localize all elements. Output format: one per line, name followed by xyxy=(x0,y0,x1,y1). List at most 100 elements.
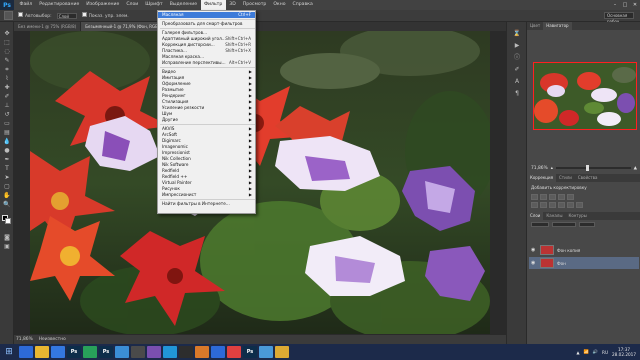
navigator-zoom-value[interactable]: 71,86% xyxy=(531,166,548,171)
menu-item[interactable]: Слои xyxy=(123,0,142,10)
taskbar-app-icon[interactable] xyxy=(195,346,209,358)
menu-item[interactable]: Изображение xyxy=(83,0,123,10)
shape-tool-icon[interactable]: ▢ xyxy=(3,183,11,190)
lasso-tool-icon[interactable]: ◌ xyxy=(3,48,11,55)
menu-item[interactable]: Справка xyxy=(289,0,316,10)
history-panel-icon[interactable]: ⌛ xyxy=(512,30,522,38)
quick-select-tool-icon[interactable]: ✎ xyxy=(3,57,11,64)
lookup-icon[interactable] xyxy=(576,202,583,208)
eyedropper-tool-icon[interactable]: ⌇ xyxy=(3,75,11,82)
taskbar-app-icon[interactable] xyxy=(179,346,193,358)
menu-item[interactable]: Окно xyxy=(270,0,289,10)
taskbar-app-icon[interactable]: Ps xyxy=(99,346,113,358)
crop-tool-icon[interactable]: ⌗ xyxy=(3,66,11,73)
curves-icon[interactable] xyxy=(549,194,556,200)
taskbar-app-icon[interactable] xyxy=(227,346,241,358)
volume-icon[interactable]: 🔊 xyxy=(593,349,598,355)
taskbar-app-icon[interactable] xyxy=(51,346,65,358)
taskbar-app-icon[interactable] xyxy=(211,346,225,358)
color-balance-icon[interactable] xyxy=(540,202,547,208)
menu-item[interactable]: Выделение xyxy=(166,0,200,10)
tab-color[interactable]: Цвет xyxy=(527,22,543,30)
menu-item[interactable]: Файл xyxy=(16,0,36,10)
zoom-out-icon[interactable]: ▴ xyxy=(551,166,553,171)
quick-mask-icon[interactable]: ◙ xyxy=(3,234,11,241)
hand-tool-icon[interactable]: ✋ xyxy=(3,192,11,199)
close-icon[interactable]: ✕ xyxy=(630,2,640,8)
layer-kind-select[interactable] xyxy=(531,222,549,227)
visibility-eye-icon[interactable]: ◉ xyxy=(531,260,537,266)
filter-menu-item[interactable]: Преобразовать для смарт-фильтров xyxy=(158,21,255,27)
menu-item[interactable]: Шрифт xyxy=(142,0,166,10)
path-select-tool-icon[interactable]: ➤ xyxy=(3,174,11,181)
tab-styles[interactable]: Стили xyxy=(556,174,575,182)
workspace-select[interactable]: Основная рабоч xyxy=(604,12,634,24)
network-icon[interactable]: 📶 xyxy=(584,349,589,355)
filter-menu-item[interactable]: Другие ▶ xyxy=(158,117,255,123)
filter-menu-item[interactable]: Масляная Ctrl+F xyxy=(158,12,255,18)
opacity-field[interactable] xyxy=(579,222,595,227)
type-tool-icon[interactable]: T xyxy=(3,165,11,172)
taskbar-app-icon[interactable] xyxy=(115,346,129,358)
exposure-icon[interactable] xyxy=(558,194,565,200)
history-brush-tool-icon[interactable]: ↺ xyxy=(3,111,11,118)
menu-item[interactable]: 3D xyxy=(226,0,239,10)
channel-mixer-icon[interactable] xyxy=(567,202,574,208)
layer-row[interactable]: ◉ Фон копия xyxy=(529,244,639,256)
maximize-icon[interactable]: □ xyxy=(620,2,630,8)
filter-menu-item[interactable]: Найти фильтры в Интернете... xyxy=(158,201,255,207)
marquee-tool-icon[interactable]: ⬚ xyxy=(3,39,11,46)
taskbar-app-icon[interactable]: Ps xyxy=(67,346,81,358)
bw-icon[interactable] xyxy=(549,202,556,208)
autoselect-option[interactable]: Автовыбор: xyxy=(18,12,52,19)
background-color-swatch[interactable] xyxy=(5,218,11,224)
tray-arrow-icon[interactable]: ▲ xyxy=(576,350,579,355)
autoselect-target-select[interactable]: Слой xyxy=(56,12,77,19)
tab-layers[interactable]: Слои xyxy=(527,212,544,220)
move-tool-icon[interactable]: ✥ xyxy=(3,30,11,37)
taskbar-app-icon[interactable] xyxy=(83,346,97,358)
tab-paths[interactable]: Контуры xyxy=(565,212,589,220)
zoom-in-icon[interactable]: ▲ xyxy=(634,166,637,171)
blend-mode-select[interactable] xyxy=(552,222,576,227)
language-indicator[interactable]: RU xyxy=(602,350,608,355)
tab-navigator[interactable]: Навигатор xyxy=(543,22,572,30)
clock[interactable]: 17:37 28.02.2017 xyxy=(612,347,636,357)
stamp-tool-icon[interactable]: ⊥ xyxy=(3,102,11,109)
tab-channels[interactable]: Каналы xyxy=(543,212,565,220)
properties-panel-icon[interactable]: ⓘ xyxy=(512,54,522,62)
levels-icon[interactable] xyxy=(540,194,547,200)
document-canvas[interactable] xyxy=(14,31,506,334)
paragraph-panel-icon[interactable]: ¶ xyxy=(512,90,522,98)
taskbar-app-icon[interactable] xyxy=(35,346,49,358)
gradient-tool-icon[interactable]: ▤ xyxy=(3,129,11,136)
move-tool-preset-icon[interactable] xyxy=(4,11,13,20)
healing-tool-icon[interactable]: ✚ xyxy=(3,84,11,91)
zoom-slider[interactable] xyxy=(555,165,631,171)
taskbar-app-icon[interactable] xyxy=(19,346,33,358)
tab-adjustments[interactable]: Коррекция xyxy=(527,174,556,182)
vibrance-icon[interactable] xyxy=(567,194,574,200)
filter-menu-item[interactable]: Исправление перспективы... Alt+Ctrl+V xyxy=(158,60,255,66)
taskbar-app-icon[interactable] xyxy=(147,346,161,358)
actions-panel-icon[interactable]: ▶ xyxy=(512,42,522,50)
taskbar-app-icon[interactable] xyxy=(163,346,177,358)
brush-panel-icon[interactable]: ✐ xyxy=(512,66,522,74)
hue-icon[interactable] xyxy=(531,202,538,208)
windows-start-icon[interactable]: ⊞ xyxy=(0,344,18,360)
layer-row-selected[interactable]: ◉ Фон xyxy=(529,257,639,269)
menu-item[interactable]: Редактирование xyxy=(36,0,83,10)
show-transform-checkbox[interactable] xyxy=(81,12,87,17)
document-tab[interactable]: Без имени-1 @ 75% (RGB/8) xyxy=(14,22,82,31)
pen-tool-icon[interactable]: ✒ xyxy=(3,156,11,163)
character-panel-icon[interactable]: A xyxy=(512,78,522,86)
autoselect-checkbox[interactable] xyxy=(18,12,23,17)
zoom-tool-icon[interactable]: 🔍 xyxy=(3,201,11,208)
tab-properties[interactable]: Свойства xyxy=(575,174,601,182)
zoom-slider-knob[interactable] xyxy=(585,165,589,171)
brush-tool-icon[interactable]: ✐ xyxy=(3,93,11,100)
taskbar-app-icon[interactable] xyxy=(259,346,273,358)
screen-mode-icon[interactable]: ▣ xyxy=(3,243,11,250)
eraser-tool-icon[interactable]: ▭ xyxy=(3,120,11,127)
filter-menu-item[interactable]: Импрессионист ▶ xyxy=(158,192,255,198)
